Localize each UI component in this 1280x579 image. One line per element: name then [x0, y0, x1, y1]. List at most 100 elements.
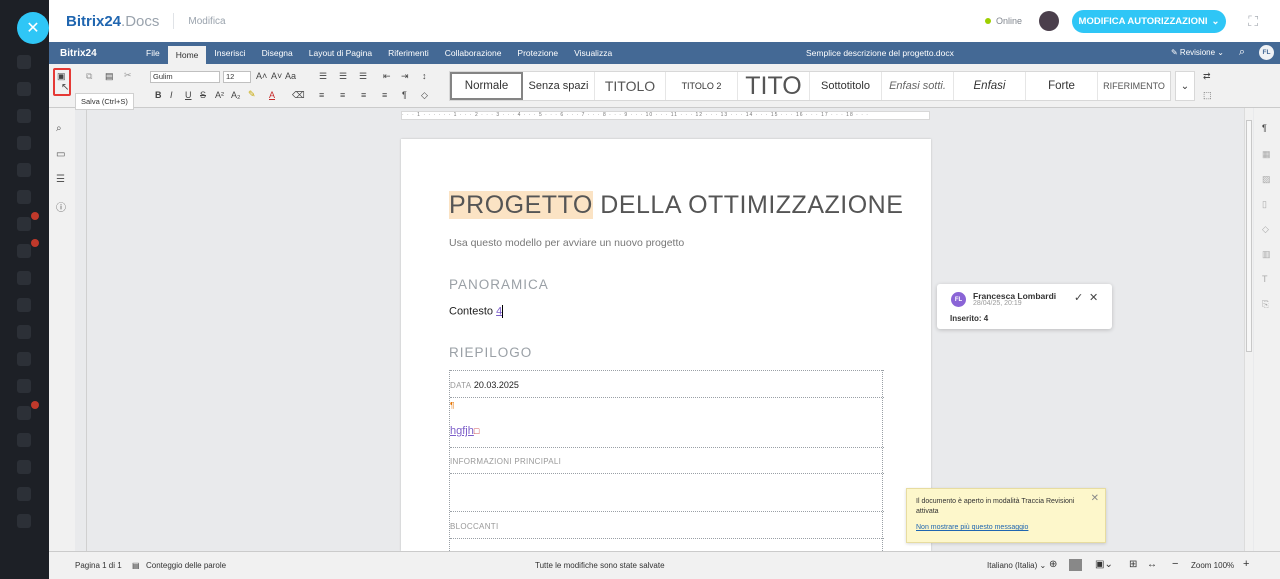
menu-file[interactable]: File [138, 42, 168, 64]
clear-format-icon[interactable]: ⌫ [292, 90, 305, 101]
superscript-icon[interactable]: A² [215, 90, 224, 100]
style-no-spacing[interactable]: Senza spazi [523, 72, 595, 100]
horizontal-ruler[interactable]: · · · 1 · · · · · · 1 · · · 2 · · · 3 · … [401, 111, 930, 120]
align-right-icon[interactable]: ≡ [361, 90, 366, 100]
table-row[interactable] [450, 473, 884, 512]
search-icon[interactable]: ⌕ [56, 123, 62, 134]
highlight-icon[interactable]: ✎ [248, 89, 256, 100]
dont-show-again-link[interactable]: Non mostrare più questo messaggio [916, 524, 1028, 531]
table-row[interactable]: INFORMAZIONI PRINCIPALI [450, 447, 884, 473]
style-normal[interactable]: Normale [450, 72, 523, 100]
text-art-icon[interactable]: T [1262, 274, 1268, 284]
strip-icon[interactable] [17, 298, 31, 312]
shape-settings-icon[interactable]: ◇ [1262, 224, 1269, 235]
strip-icon[interactable] [17, 244, 31, 258]
comments-icon[interactable]: ▭ [56, 149, 65, 160]
style-title[interactable]: TITOLO [595, 72, 666, 100]
fit-page-icon[interactable]: ⊞ [1129, 559, 1137, 570]
strip-icon[interactable] [17, 109, 31, 123]
close-icon[interactable]: ✕ [17, 12, 49, 44]
strip-icon[interactable] [17, 55, 31, 69]
menu-draw[interactable]: Disegna [254, 42, 301, 64]
decrease-font-icon[interactable]: A˅ [271, 71, 282, 81]
paste-icon[interactable]: ▤ [105, 71, 114, 82]
search-icon[interactable]: ⌕ [1239, 46, 1245, 59]
user-avatar[interactable]: FL [1259, 45, 1274, 60]
italic-icon[interactable]: I [170, 90, 173, 100]
strip-icon[interactable] [17, 82, 31, 96]
mail-merge-icon[interactable]: ⎘ [1262, 299, 1269, 310]
strip-icon[interactable] [17, 406, 31, 420]
menu-insert[interactable]: Inserisci [206, 42, 253, 64]
strikethrough-icon[interactable]: S [200, 90, 206, 100]
strip-icon[interactable] [17, 460, 31, 474]
bullet-list-icon[interactable]: ☰ [319, 71, 327, 82]
font-select[interactable]: Gulim [150, 71, 220, 83]
scrollbar[interactable] [1244, 108, 1253, 551]
align-left-icon[interactable]: ≡ [319, 90, 324, 100]
chart-settings-icon[interactable]: ▥ [1262, 249, 1271, 260]
info-icon[interactable]: ⓘ [56, 199, 66, 214]
menu-references[interactable]: Riferimenti [380, 42, 437, 64]
image-settings-icon[interactable]: ▨ [1262, 174, 1271, 185]
menu-home[interactable]: Home [167, 46, 207, 64]
style-reference[interactable]: RIFERIMENTO [1098, 72, 1170, 100]
menu-view[interactable]: Visualizza [566, 42, 620, 64]
zoom-in-icon[interactable]: + [1243, 558, 1249, 570]
header-footer-icon[interactable]: ▯ [1262, 199, 1267, 210]
close-icon[interactable]: ✕ [1091, 493, 1099, 504]
style-emphasis[interactable]: Enfasi [954, 72, 1026, 100]
document-page[interactable]: PROGETTO DELLA OTTIMIZZAZIONE Usa questo… [401, 139, 931, 551]
fit-width-icon[interactable]: ↔ [1147, 559, 1157, 570]
strip-icon[interactable] [17, 217, 31, 231]
edit-permissions-button[interactable]: MODIFICA AUTORIZZAZIONI ⌄ [1072, 10, 1226, 33]
strip-icon[interactable] [17, 163, 31, 177]
chevron-down-icon[interactable]: ⌄ [1175, 71, 1195, 101]
shading-icon[interactable]: ◇ [421, 90, 428, 101]
table-row[interactable]: ¶ hgfjh□ [450, 397, 884, 447]
align-justify-icon[interactable]: ≡ [382, 90, 387, 100]
spellcheck-icon[interactable] [1069, 559, 1082, 571]
avatar[interactable] [1039, 11, 1059, 31]
scroll-thumb[interactable] [1246, 120, 1252, 352]
multilevel-list-icon[interactable]: ☰ [359, 71, 367, 82]
strip-icon[interactable] [17, 379, 31, 393]
menu-layout[interactable]: Layout di Pagina [301, 42, 380, 64]
document-subtitle[interactable]: Usa questo modello per avviare un nuovo … [449, 237, 684, 249]
style-title-2[interactable]: TITOLO 2 [666, 72, 738, 100]
document-title[interactable]: PROGETTO DELLA OTTIMIZZAZIONE [449, 191, 903, 220]
paragraph-settings-icon[interactable]: ¶ [1262, 123, 1267, 133]
zoom-out-icon[interactable]: − [1172, 558, 1178, 570]
reject-icon[interactable]: ✕ [1089, 291, 1098, 304]
style-subtle-emphasis[interactable]: Enfasi sotti. [882, 72, 954, 100]
strip-icon[interactable] [17, 325, 31, 339]
strip-icon[interactable] [17, 136, 31, 150]
revision-comment[interactable]: FL Francesca Lombardi 28/04/25, 20:19 In… [937, 284, 1112, 329]
bold-icon[interactable]: B [155, 90, 162, 100]
outdent-icon[interactable]: ⇤ [383, 71, 391, 82]
globe-icon[interactable]: ⊕ [1049, 559, 1057, 570]
style-strong[interactable]: Forte [1026, 72, 1098, 100]
accept-icon[interactable]: ✓ [1074, 291, 1083, 304]
font-color-icon[interactable]: A [269, 90, 275, 100]
paragraph-marks-icon[interactable]: ¶ [402, 90, 407, 100]
table-row[interactable]: DATA 20.03.2025 [450, 370, 884, 397]
word-count[interactable]: Conteggio delle parole [146, 561, 226, 570]
menu-collaboration[interactable]: Collaborazione [437, 42, 510, 64]
change-case-icon[interactable]: Aa [285, 71, 296, 81]
strip-icon[interactable] [17, 271, 31, 285]
style-title-large[interactable]: TITO [738, 72, 810, 100]
align-center-icon[interactable]: ≡ [340, 90, 345, 100]
table-settings-icon[interactable]: ▦ [1262, 149, 1271, 160]
section-heading[interactable]: PANORAMICA [449, 277, 549, 292]
line-spacing-icon[interactable]: ↕ [422, 71, 427, 81]
subscript-icon[interactable]: A₂ [231, 90, 241, 100]
copy-icon[interactable]: ⧉ [86, 71, 92, 82]
cut-icon[interactable]: ✂ [124, 70, 132, 81]
strip-icon[interactable] [17, 190, 31, 204]
expand-icon[interactable]: ⛶ [1248, 13, 1258, 30]
section-heading[interactable]: RIEPILOGO [449, 345, 532, 360]
style-subtitle[interactable]: Sottotitolo [810, 72, 882, 100]
indent-icon[interactable]: ⇥ [401, 71, 409, 82]
increase-font-icon[interactable]: A˄ [256, 71, 267, 81]
